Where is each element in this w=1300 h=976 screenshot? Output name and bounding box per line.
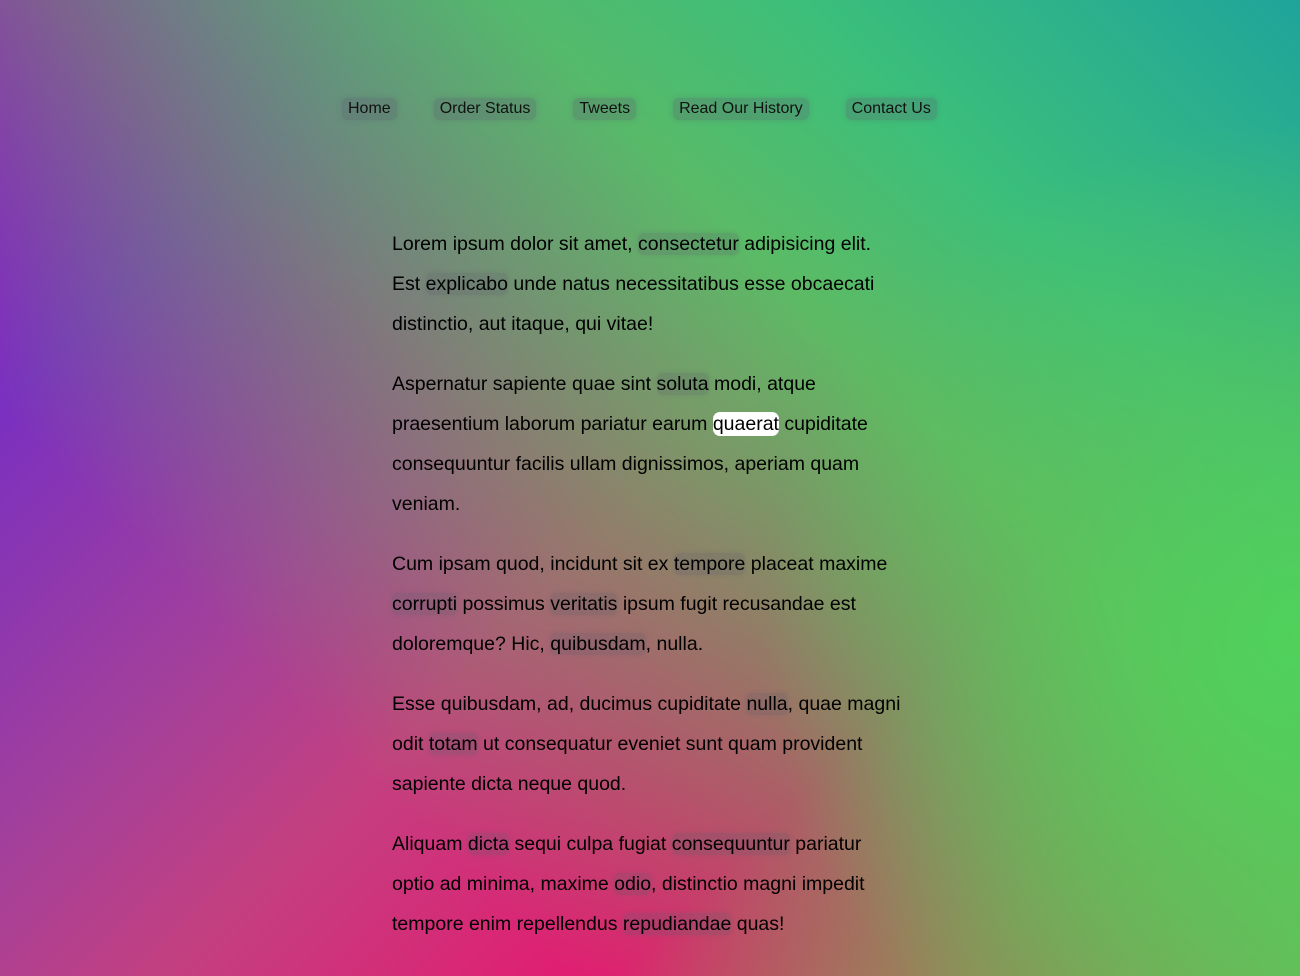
paragraph-1: Lorem ipsum dolor sit amet, consectetur … [392,224,902,344]
highlighted-word[interactable]: quibusdam [550,633,646,655]
highlighted-word[interactable]: nulla [746,693,788,715]
paragraph-5: Aliquam dicta sequi culpa fugiat consequ… [392,824,902,944]
text-run: , nulla. [645,633,704,655]
main-content: Lorem ipsum dolor sit amet, consectetur … [392,224,902,964]
highlighted-word[interactable]: corrupti [392,593,458,615]
text-run: placeat maxime [745,553,888,575]
nav-link-order-status[interactable]: Order Status [433,98,537,120]
highlighted-word[interactable]: repudiandae [622,913,732,935]
paragraph-4: Esse quibusdam, ad, ducimus cupiditate n… [392,684,902,804]
nav-link-read-our-history[interactable]: Read Our History [673,98,809,120]
highlighted-word[interactable]: consequuntur [671,833,790,855]
paragraph-3: Cum ipsam quod, incidunt sit ex tempore … [392,544,902,664]
highlighted-word[interactable]: consectetur [638,233,739,255]
text-run: possimus [457,593,551,615]
text-run: Cum ipsam quod, incidunt sit ex [392,553,674,575]
highlighted-word[interactable]: explicabo [425,273,508,295]
paragraph-2: Aspernatur sapiente quae sint soluta mod… [392,364,902,524]
highlighted-word[interactable]: dicta [467,833,510,855]
highlighted-word[interactable]: tempore [673,553,746,575]
main-nav: Home Order Status Tweets Read Our Histor… [342,98,937,120]
nav-link-contact-us[interactable]: Contact Us [845,98,937,120]
highlighted-word[interactable]: soluta [656,373,709,395]
text-run: Esse quibusdam, ad, ducimus cupiditate [392,693,747,715]
text-run: Aliquam [392,833,468,855]
highlighted-word[interactable]: totam [428,733,478,755]
text-run: sequi culpa fugiat [509,833,672,855]
text-run: Aspernatur sapiente quae sint [392,373,657,395]
highlighted-word-active[interactable]: quaerat [712,412,779,436]
highlighted-word[interactable]: veritatis [550,593,618,615]
text-run: quas! [731,913,785,935]
nav-link-home[interactable]: Home [342,98,397,120]
text-run: Lorem ipsum dolor sit amet, [392,233,639,255]
highlighted-word[interactable]: odio [614,873,652,895]
nav-link-tweets[interactable]: Tweets [573,98,637,120]
page: Home Order Status Tweets Read Our Histor… [0,0,1300,976]
